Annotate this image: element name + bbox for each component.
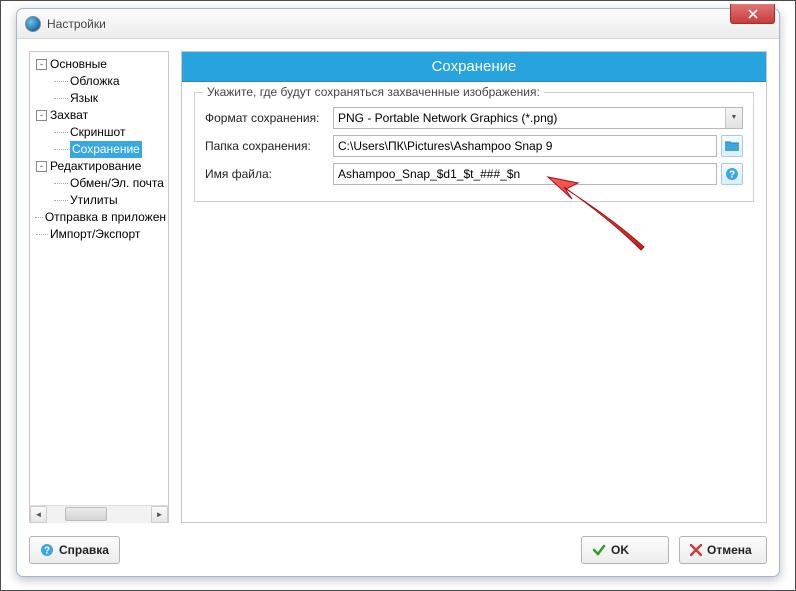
tree-item-label: Сохранение (70, 141, 142, 158)
format-combobox[interactable]: PNG - Portable Network Graphics (*.png) … (333, 107, 743, 129)
tree-item[interactable]: Сохранение (32, 141, 166, 158)
folder-label: Папка сохранения: (205, 139, 333, 153)
filename-row: Имя файла: Ashampoo_Snap_$d1_$t_###_$n ? (205, 163, 743, 185)
tree-item-label: Импорт/Экспорт (50, 226, 140, 243)
settings-dialog: Настройки -ОсновныеОбложкаЯзык-ЗахватСкр… (16, 8, 780, 577)
nav-tree[interactable]: -ОсновныеОбложкаЯзык-ЗахватСкриншотСохра… (30, 52, 168, 505)
settings-panel: Сохранение Укажите, где будут сохранятьс… (181, 51, 767, 523)
ok-button[interactable]: OK (581, 536, 669, 564)
tree-toggle-icon[interactable]: - (36, 110, 47, 121)
filename-input[interactable]: Ashampoo_Snap_$d1_$t_###_$n (333, 163, 717, 185)
cancel-label: Отмена (707, 543, 752, 557)
help-icon: ? (725, 167, 739, 181)
save-location-group: Укажите, где будут сохраняться захваченн… (194, 92, 754, 202)
close-button[interactable] (730, 4, 775, 24)
folder-input[interactable]: C:\Users\ПК\Pictures\Ashampoo Snap 9 (333, 135, 717, 157)
tree-item-label: Основные (50, 56, 107, 73)
folder-value: C:\Users\ПК\Pictures\Ashampoo Snap 9 (338, 139, 552, 153)
nav-tree-panel: -ОсновныеОбложкаЯзык-ЗахватСкриншотСохра… (29, 51, 169, 523)
tree-item[interactable]: Скриншот (32, 124, 166, 141)
tree-item[interactable]: Утилиты (32, 192, 166, 209)
window-title: Настройки (47, 17, 106, 31)
tree-item[interactable]: Импорт/Экспорт (32, 226, 166, 243)
check-icon (592, 543, 606, 557)
format-value: PNG - Portable Network Graphics (*.png) (338, 108, 557, 128)
svg-text:?: ? (729, 170, 735, 181)
tree-item[interactable]: Обложка (32, 73, 166, 90)
folder-row: Папка сохранения: C:\Users\ПК\Pictures\A… (205, 135, 743, 157)
format-label: Формат сохранения: (205, 111, 333, 125)
tree-h-scrollbar[interactable]: ◄ ► (30, 505, 168, 522)
scroll-track[interactable] (47, 506, 151, 523)
scroll-right-button[interactable]: ► (151, 506, 168, 523)
tree-item[interactable]: Язык (32, 90, 166, 107)
tree-item[interactable]: Обмен/Эл. почта (32, 175, 166, 192)
scroll-left-button[interactable]: ◄ (30, 506, 47, 523)
tree-item-label: Обложка (70, 73, 120, 90)
help-button[interactable]: ? Справка (29, 536, 120, 564)
help-label: Справка (59, 543, 109, 557)
ok-label: OK (611, 543, 629, 557)
tree-item-label: Обмен/Эл. почта (70, 175, 164, 192)
tree-toggle-icon[interactable]: - (36, 161, 47, 172)
filename-help-button[interactable]: ? (721, 163, 743, 185)
tree-item[interactable]: -Основные (32, 56, 166, 73)
group-legend: Укажите, где будут сохраняться захваченн… (203, 85, 544, 99)
svg-text:?: ? (44, 546, 50, 557)
cancel-button[interactable]: Отмена (679, 536, 767, 564)
chevron-down-icon: ▼ (725, 108, 742, 128)
tree-item-label: Захват (50, 107, 88, 124)
app-icon (25, 16, 41, 32)
panel-title: Сохранение (182, 52, 766, 82)
cross-icon (690, 544, 702, 556)
close-icon (748, 9, 758, 19)
titlebar: Настройки (17, 9, 779, 39)
tree-item-label: Отправка в приложен (45, 209, 166, 226)
panel-body: Укажите, где будут сохраняться захваченн… (182, 82, 766, 212)
tree-item-label: Скриншот (70, 124, 125, 141)
folder-icon (725, 140, 739, 152)
tree-item[interactable]: -Редактирование (32, 158, 166, 175)
tree-item[interactable]: Отправка в приложен (32, 209, 166, 226)
footer: ? Справка OK Отмена (29, 536, 767, 564)
filename-value: Ashampoo_Snap_$d1_$t_###_$n (338, 167, 520, 181)
tree-toggle-icon[interactable]: - (36, 59, 47, 70)
content: -ОсновныеОбложкаЯзык-ЗахватСкриншотСохра… (17, 39, 779, 576)
help-icon: ? (40, 543, 54, 557)
tree-item-label: Язык (70, 90, 98, 107)
browse-folder-button[interactable] (721, 135, 743, 157)
scroll-thumb[interactable] (65, 507, 107, 521)
tree-item-label: Утилиты (70, 192, 118, 209)
filename-label: Имя файла: (205, 167, 333, 181)
tree-item[interactable]: -Захват (32, 107, 166, 124)
format-row: Формат сохранения: PNG - Portable Networ… (205, 107, 743, 129)
tree-item-label: Редактирование (50, 158, 141, 175)
